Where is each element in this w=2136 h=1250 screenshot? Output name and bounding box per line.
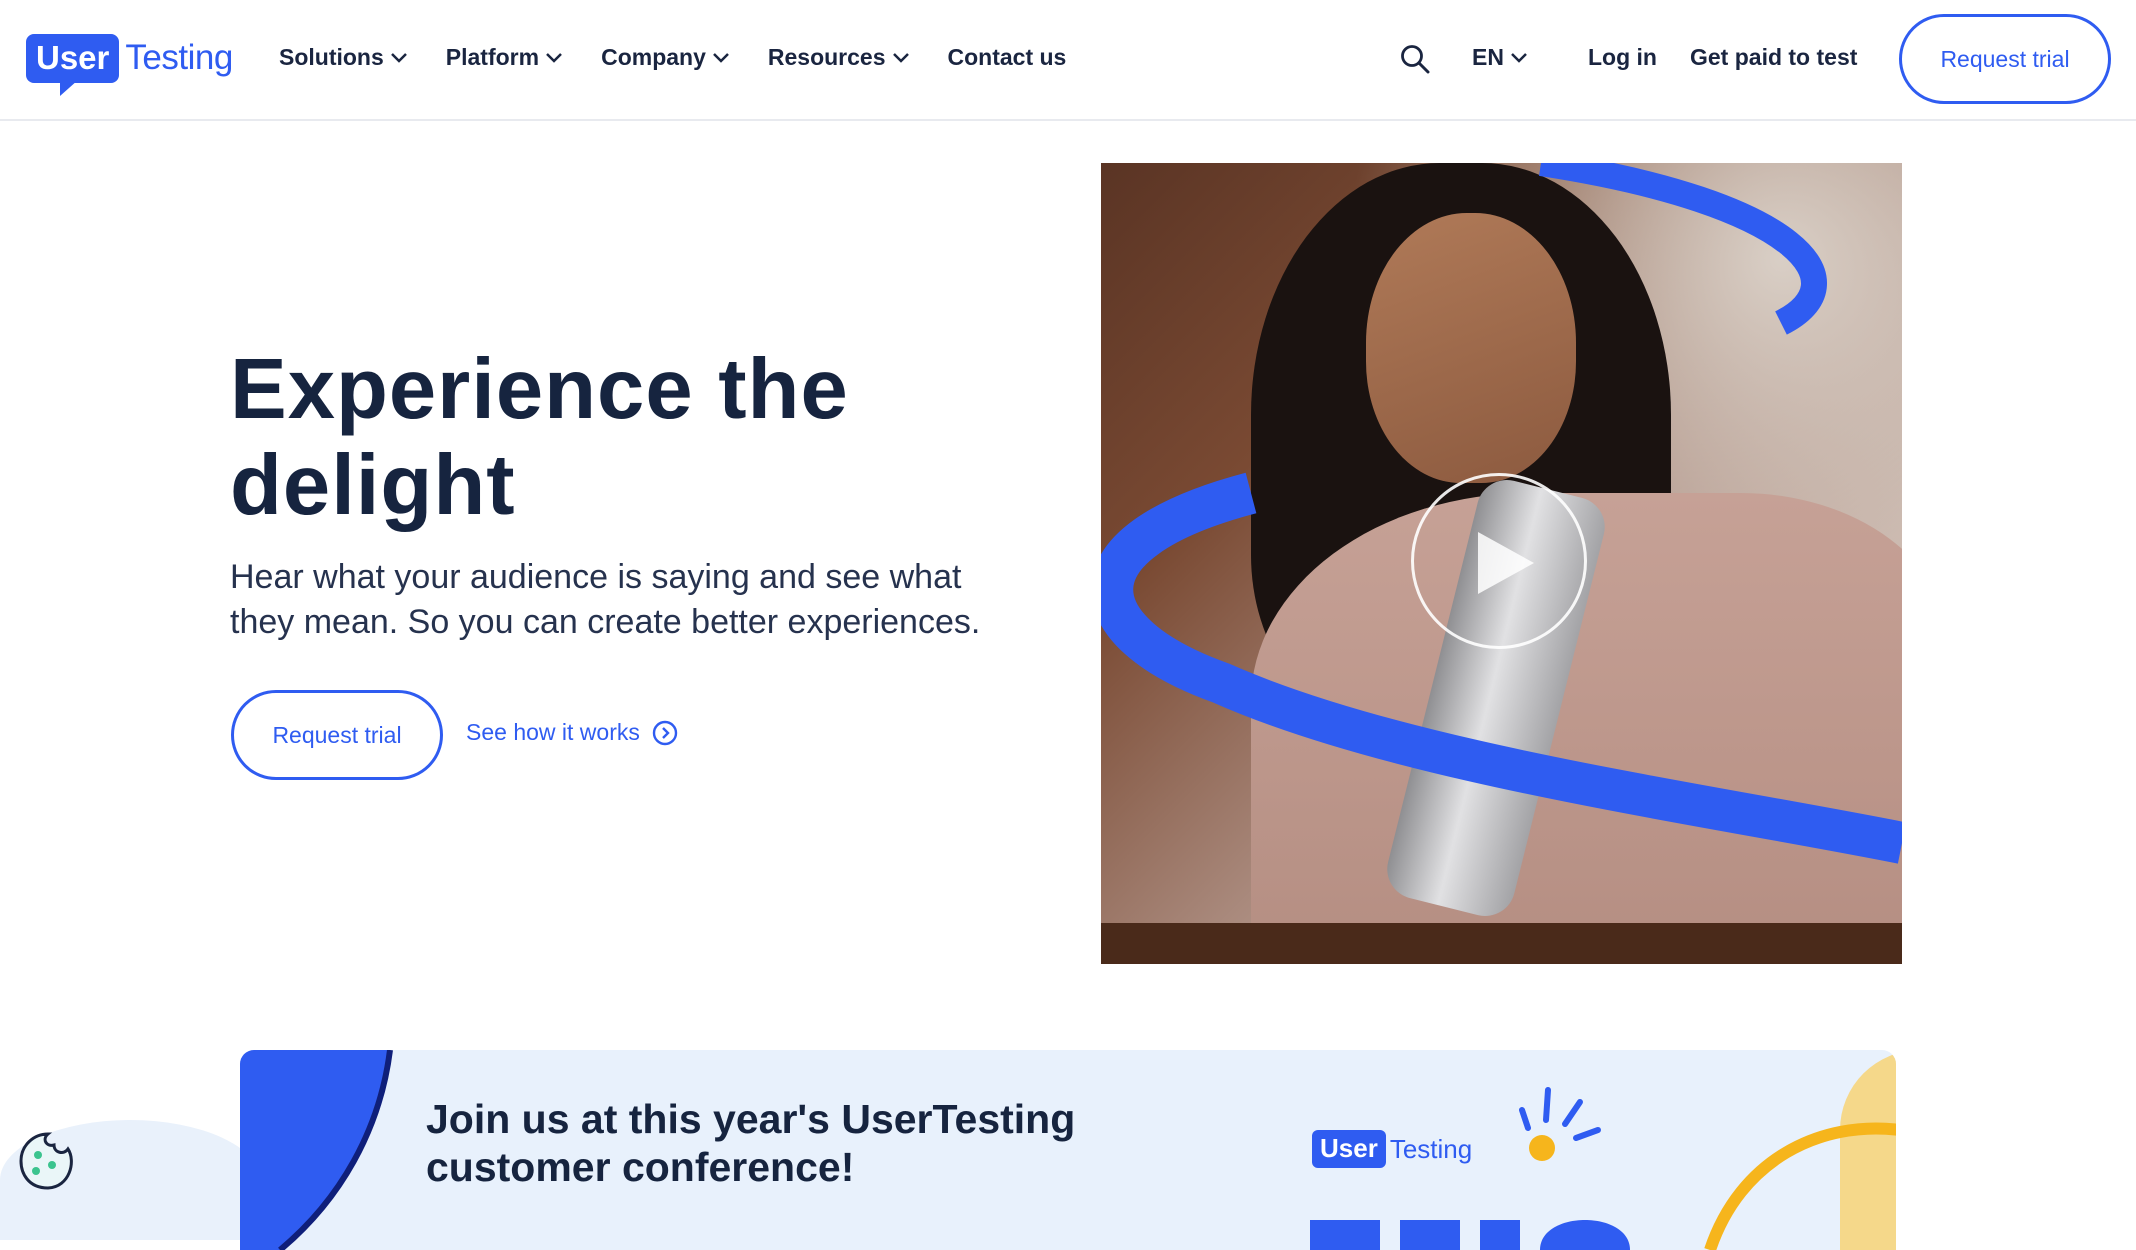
logo-testing-text: Testing xyxy=(125,38,233,77)
hero-title: Experience the delight xyxy=(230,342,849,533)
nav-contact-label: Contact us xyxy=(947,44,1067,70)
site-header: User Testing Solutions Platform Company … xyxy=(0,0,2136,121)
banner-blue-shape xyxy=(240,1050,393,1250)
get-paid-label: Get paid to test xyxy=(1690,44,1858,70)
nav-company-label: Company xyxy=(601,44,706,70)
nav-company[interactable]: Company xyxy=(601,44,730,71)
language-selector[interactable]: EN xyxy=(1472,44,1528,71)
nav-platform[interactable]: Platform xyxy=(446,44,563,71)
hero-request-trial-button[interactable]: Request trial xyxy=(231,690,443,780)
nav-solutions-label: Solutions xyxy=(279,44,384,70)
header-request-trial-button[interactable]: Request trial xyxy=(1899,14,2111,104)
chevron-down-icon xyxy=(546,52,562,63)
chevron-down-icon xyxy=(892,52,909,63)
banner-usertesting-logo: User Testing xyxy=(1312,1130,1472,1168)
header-request-trial-label: Request trial xyxy=(1940,45,2070,72)
banner-title: Join us at this year's UserTesting custo… xyxy=(426,1096,1076,1190)
cookie-icon xyxy=(19,1132,73,1190)
cookie-settings-button[interactable] xyxy=(18,1131,78,1191)
video-play-button[interactable] xyxy=(1411,473,1587,649)
hero-request-trial-label: Request trial xyxy=(272,721,402,748)
hero-video[interactable] xyxy=(1101,163,1902,964)
sun-burst-icon xyxy=(1519,1087,1601,1161)
banner-logo-user: User xyxy=(1312,1130,1386,1168)
nav-resources-label: Resources xyxy=(767,44,886,70)
nav-contact-us[interactable]: Contact us xyxy=(948,44,1067,71)
login-label: Log in xyxy=(1588,44,1657,70)
chevron-down-icon xyxy=(712,52,729,63)
arrow-right-circle-icon xyxy=(652,720,678,745)
main-nav: Solutions Platform Company Resources Con… xyxy=(279,44,1104,71)
search-button[interactable] xyxy=(1400,44,1430,79)
see-how-it-works-link[interactable]: See how it works xyxy=(466,719,678,746)
logo-user-badge: User xyxy=(26,33,120,96)
get-paid-link[interactable]: Get paid to test xyxy=(1690,44,1857,71)
hero-subtitle: Hear what your audience is saying and se… xyxy=(230,558,981,641)
see-how-label: See how it works xyxy=(466,719,640,745)
chevron-down-icon xyxy=(1511,52,1527,63)
banner-wordmark-decoration xyxy=(1310,1220,1630,1250)
play-icon xyxy=(1478,532,1534,594)
banner-yellow-curve xyxy=(1704,1122,1896,1250)
language-label: EN xyxy=(1472,44,1504,70)
usertesting-logo[interactable]: User Testing xyxy=(26,28,233,96)
nav-platform-label: Platform xyxy=(445,44,540,70)
chevron-down-icon xyxy=(390,52,407,63)
nav-solutions[interactable]: Solutions xyxy=(279,44,408,71)
nav-resources[interactable]: Resources xyxy=(768,44,910,71)
banner-logo-testing: Testing xyxy=(1389,1133,1473,1164)
search-icon xyxy=(1401,45,1430,74)
conference-banner[interactable]: Join us at this year's UserTesting custo… xyxy=(240,1050,1896,1250)
login-link[interactable]: Log in xyxy=(1588,44,1657,71)
